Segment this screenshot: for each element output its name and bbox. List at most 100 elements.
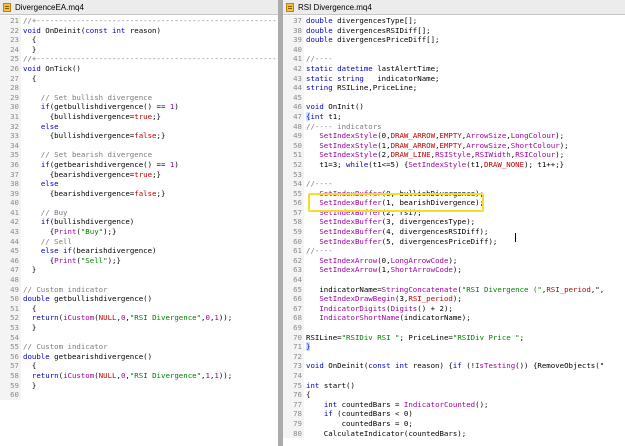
- code-line[interactable]: 60 SetIndexBuffer(5, divergencesPriceDif…: [283, 236, 625, 247]
- code-line[interactable]: 45 else if(bearishdivergence): [0, 246, 278, 256]
- code-line[interactable]: 53 }: [0, 323, 278, 333]
- code-token: static string: [306, 73, 378, 83]
- code-line[interactable]: 54: [0, 332, 278, 343]
- code-line[interactable]: 39 {bearishdivergence=false;}: [0, 188, 278, 199]
- code-line[interactable]: 65 indicatorName=StringConcatenate("RSI …: [283, 284, 625, 295]
- code-line[interactable]: 46 void OnInit(): [283, 102, 625, 112]
- code-line[interactable]: 53: [283, 169, 625, 180]
- code-line[interactable]: 55// Custom indicator: [0, 342, 278, 352]
- editor-pane-left[interactable]: DivergenceEA.mq4 21//+------------------…: [0, 0, 278, 446]
- editor-pane-right[interactable]: RSI Divergence.mq4 37 double divergencesT…: [283, 0, 625, 446]
- code-line[interactable]: 66 SetIndexDrawBegin(3,RSI_period);: [283, 294, 625, 304]
- code-line[interactable]: 74: [283, 370, 625, 381]
- code-token: string: [306, 83, 338, 93]
- code-line[interactable]: 48: [0, 275, 278, 285]
- code-line[interactable]: 34: [0, 140, 278, 151]
- code-line[interactable]: 38 double divergencesRSIDiff[];: [283, 25, 625, 36]
- code-line[interactable]: 25//+-----------------------------------…: [0, 54, 278, 64]
- code-line[interactable]: 32 else: [0, 121, 278, 132]
- code-editor-left[interactable]: 21//+-----------------------------------…: [0, 16, 278, 400]
- code-line[interactable]: 24 }: [0, 44, 278, 55]
- code-line[interactable]: 44 // Sell: [0, 236, 278, 247]
- code-line[interactable]: 50 double getbullishdivergence(): [0, 294, 278, 304]
- code-line[interactable]: 42 if(bullishdivergence): [0, 217, 278, 228]
- code-token: {: [23, 361, 37, 371]
- code-line[interactable]: 50 SetIndexStyle(1,DRAW_ARROW,EMPTY,Arro…: [283, 140, 625, 151]
- code-line[interactable]: 79 countedBars = 0;: [283, 418, 625, 429]
- code-line[interactable]: 56 double getbearishdivergence(): [0, 351, 278, 362]
- code-line[interactable]: 52 return(iCustom(NULL,0,"RSI Divergence…: [0, 313, 278, 323]
- tab-divergence-ea[interactable]: DivergenceEA.mq4: [0, 0, 278, 15]
- code-line[interactable]: 52 t1=3; while(t1<=5) {SetIndexStyle(t1,…: [283, 159, 625, 170]
- code-line[interactable]: 45: [283, 92, 625, 103]
- code-line[interactable]: 28: [0, 83, 278, 93]
- code-line[interactable]: 78 if (countedBars < 0): [283, 409, 625, 419]
- code-line[interactable]: 43 {Print("Buy");}: [0, 227, 278, 237]
- code-token: ShortArrowCode: [390, 265, 453, 275]
- code-line[interactable]: 30 if(getbullishdivergence() == 1): [0, 102, 278, 112]
- code-token: divergencesPriceDiff[];: [337, 35, 440, 45]
- code-line[interactable]: 46 {Print("Sell");}: [0, 255, 278, 266]
- code-line[interactable]: 39 double divergencesPriceDiff[];: [283, 35, 625, 45]
- line-number: 60: [0, 390, 21, 400]
- code-line[interactable]: 43 static string indicatorName;: [283, 73, 625, 84]
- code-line[interactable]: 58 SetIndexBuffer(3, divergencesType);: [283, 217, 625, 228]
- code-line[interactable]: 51 {: [0, 303, 278, 314]
- code-text: {int t1;: [304, 111, 342, 122]
- code-line[interactable]: 21//+-----------------------------------…: [0, 16, 278, 26]
- code-line[interactable]: 40: [0, 198, 278, 208]
- code-line[interactable]: 58 return(iCustom(NULL,0,"RSI Divergence…: [0, 370, 278, 381]
- code-line[interactable]: 60: [0, 390, 278, 400]
- code-line[interactable]: 68 IndicatorShortName(indicatorName);: [283, 313, 625, 323]
- code-line[interactable]: 36 if(getbearishdivergence() == 1): [0, 159, 278, 170]
- code-line[interactable]: 67 IndicatorDigits(Digits() + 2);: [283, 303, 625, 314]
- code-line[interactable]: 33 {bullishdivergence=false;}: [0, 131, 278, 141]
- code-line[interactable]: 42 static datetime lastAlertTime;: [283, 63, 625, 74]
- code-line[interactable]: 22 void OnDeinit(const int reason): [0, 25, 278, 36]
- tab-rsi-divergence[interactable]: RSI Divergence.mq4: [283, 0, 625, 15]
- code-line[interactable]: 41 // Buy: [0, 207, 278, 218]
- code-token: RSILine,PriceLine;: [337, 83, 418, 93]
- code-line[interactable]: 63 SetIndexArrow(1,ShortArrowCode);: [283, 265, 625, 276]
- code-line[interactable]: 49// Custom indicator: [0, 284, 278, 295]
- code-line[interactable]: 80 CalculateIndicator(countedBars);: [283, 428, 625, 439]
- code-line[interactable]: 69: [283, 323, 625, 333]
- code-line[interactable]: 37 {bearishdivergence=true;}: [0, 169, 278, 180]
- code-token: start(): [323, 380, 355, 390]
- code-line[interactable]: 23 {: [0, 35, 278, 45]
- code-line[interactable]: 37 double divergencesType[];: [283, 16, 625, 26]
- code-line[interactable]: 73 void OnDeinit(const int reason) {if (!…: [283, 361, 625, 371]
- code-line[interactable]: 38 else: [0, 179, 278, 189]
- code-line[interactable]: 27 {: [0, 73, 278, 84]
- code-line[interactable]: 61//----: [283, 246, 625, 256]
- code-line[interactable]: 49 SetIndexStyle(0,DRAW_ARROW,EMPTY,Arro…: [283, 131, 625, 141]
- code-line[interactable]: 54//----: [283, 179, 625, 189]
- code-line[interactable]: 47 {int t1;: [283, 111, 625, 122]
- code-line[interactable]: 44 string RSILine,PriceLine;: [283, 83, 625, 93]
- code-line[interactable]: 59 }: [0, 380, 278, 391]
- code-line[interactable]: 62 SetIndexArrow(0,LongArrowCode);: [283, 255, 625, 266]
- code-line[interactable]: 71}: [283, 342, 625, 352]
- line-number: 51: [283, 150, 304, 160]
- code-line[interactable]: 31 {bullishdivergence=true;}: [0, 111, 278, 122]
- code-line[interactable]: 57 {: [0, 361, 278, 371]
- code-editor-right[interactable]: 37 double divergencesType[]; 38 double dive…: [283, 16, 625, 439]
- code-line[interactable]: 59 SetIndexBuffer(4, divergencesRSIDiff)…: [283, 227, 625, 237]
- code-line[interactable]: 29 // Set bullish divergence: [0, 92, 278, 103]
- code-line[interactable]: 75 int start(): [283, 380, 625, 391]
- code-line[interactable]: 77 int countedBars = IndicatorCounted();: [283, 399, 625, 410]
- code-line[interactable]: 48//---- indicators: [283, 121, 625, 132]
- line-number: 78: [283, 409, 304, 419]
- code-line[interactable]: 72: [283, 351, 625, 362]
- line-number: 29: [0, 92, 21, 103]
- code-line[interactable]: 64: [283, 275, 625, 285]
- code-line[interactable]: 76{: [283, 390, 625, 400]
- code-line[interactable]: 41//----: [283, 54, 625, 64]
- code-line[interactable]: 47 }: [0, 265, 278, 276]
- code-line[interactable]: 26 void OnTick(): [0, 63, 278, 74]
- code-line[interactable]: 35 // Set bearish divergence: [0, 150, 278, 160]
- code-line[interactable]: 51 SetIndexStyle(2,DRAW_LINE,RSIStyle,RS…: [283, 150, 625, 160]
- code-line[interactable]: 70 RSILine="RSIDiv RSI "; PriceLine="RSID…: [283, 332, 625, 343]
- code-line[interactable]: 40: [283, 44, 625, 55]
